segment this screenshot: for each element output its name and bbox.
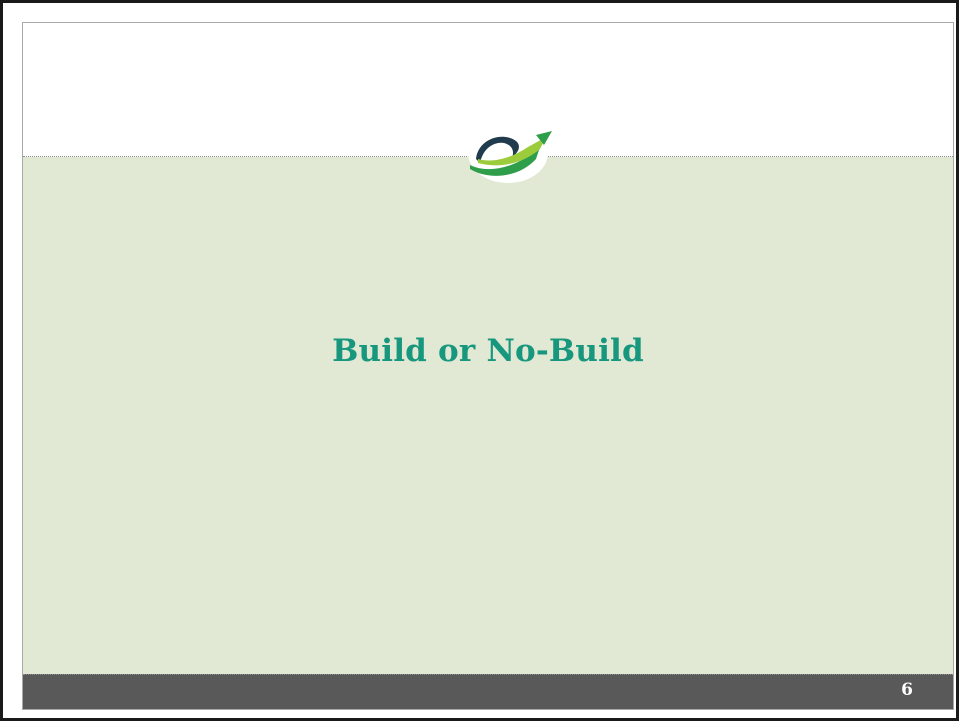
slide-number: 6 <box>901 680 913 700</box>
slide-footer-band <box>23 674 953 709</box>
swoosh-logo-icon <box>456 119 560 185</box>
slide-body-band <box>23 157 953 674</box>
presentation-frame: Build or No-Build 6 <box>0 0 959 721</box>
slide: Build or No-Build 6 <box>22 22 954 710</box>
slide-title: Build or No-Build <box>332 333 644 369</box>
footer-divider <box>23 674 953 675</box>
